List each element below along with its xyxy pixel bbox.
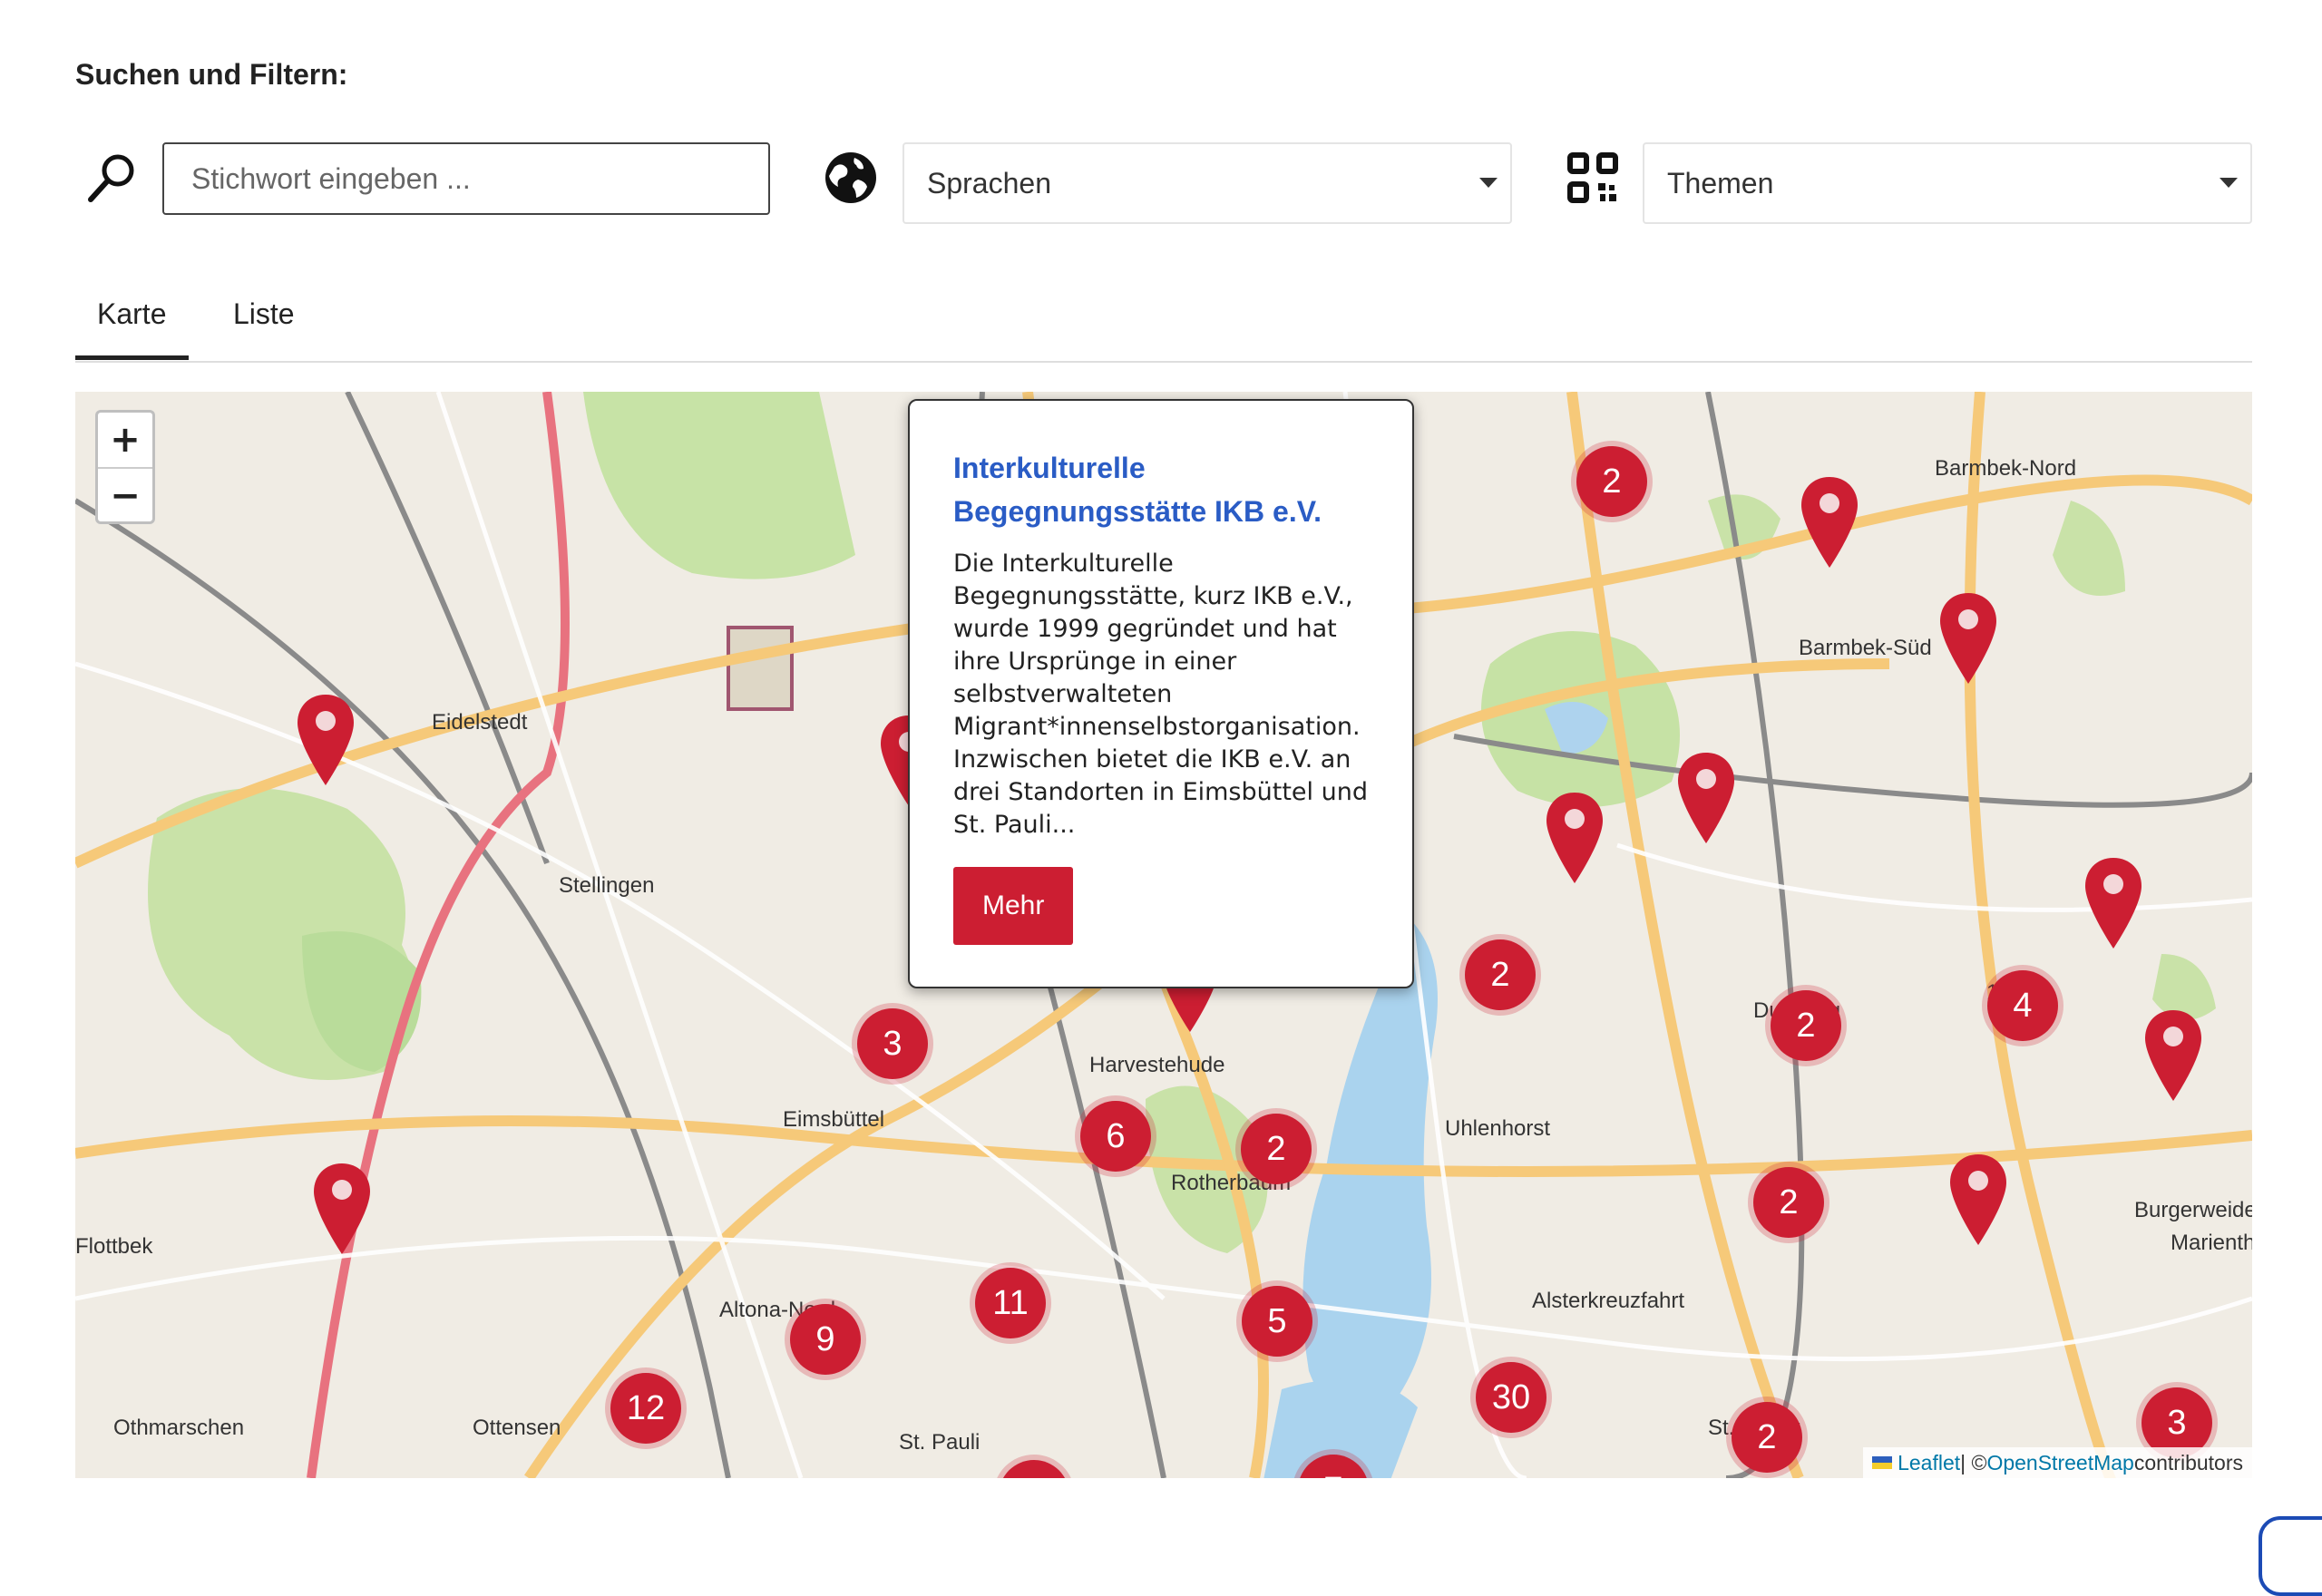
map-label: Uhlenhorst: [1445, 1116, 1550, 1141]
view-tabs: Karte Liste: [75, 281, 2252, 363]
languages-select[interactable]: Sprachen: [902, 142, 1512, 224]
osm-link[interactable]: OpenStreetMap: [1986, 1451, 2133, 1475]
marker-cluster[interactable]: 3: [857, 1008, 928, 1079]
map-label: Ottensen: [473, 1416, 561, 1440]
topics-select[interactable]: Themen: [1643, 142, 2252, 224]
map-label: Barmbek-Süd: [1799, 636, 1932, 660]
marker-cluster[interactable]: 6: [1080, 1101, 1151, 1172]
active-tab-indicator: [75, 355, 189, 360]
marker-cluster[interactable]: 11: [975, 1268, 1046, 1338]
map-label: Stellingen: [559, 873, 654, 898]
marker-cluster[interactable]: 4: [1987, 970, 2058, 1041]
map-marker[interactable]: [2143, 1008, 2203, 1103]
map-marker[interactable]: [1545, 791, 1605, 885]
search-input[interactable]: [162, 142, 770, 215]
more-button[interactable]: Mehr: [953, 867, 1074, 945]
map-label: Barmbek-Nord: [1935, 456, 2076, 481]
zoom-out-button[interactable]: −: [98, 467, 152, 521]
marker-cluster[interactable]: 9: [790, 1304, 861, 1375]
marker-cluster[interactable]: 2: [1771, 990, 1841, 1061]
map-marker[interactable]: [296, 693, 356, 787]
marker-cluster[interactable]: 5: [1242, 1286, 1312, 1357]
topics-select-label: Themen: [1667, 166, 1774, 200]
map-marker[interactable]: [2083, 856, 2143, 950]
map-label: Eidelstedt: [432, 710, 528, 735]
marker-cluster[interactable]: 2: [1576, 446, 1647, 517]
marker-cluster[interactable]: 12: [610, 1373, 681, 1444]
tab-map[interactable]: Karte: [97, 297, 166, 331]
tab-list[interactable]: Liste: [233, 297, 295, 331]
globe-icon: [822, 149, 880, 207]
ukraine-flag-icon: [1872, 1456, 1893, 1469]
map-marker[interactable]: [1938, 591, 1998, 686]
chat-widget-button[interactable]: [2259, 1516, 2322, 1596]
marker-cluster[interactable]: 2: [1465, 939, 1536, 1010]
info-popup: Interkulturelle Begegnungsstätte IKB e.V…: [908, 399, 1414, 988]
page-heading: Suchen und Filtern:: [75, 58, 348, 91]
marker-cluster[interactable]: 2: [1732, 1402, 1802, 1473]
languages-select-label: Sprachen: [927, 166, 1051, 200]
map-marker[interactable]: [312, 1162, 372, 1256]
popup-description: Die Interkulturelle Begegnungsstätte, ku…: [953, 550, 1368, 839]
chevron-down-icon: [2220, 178, 2238, 188]
map-label: Flottbek: [75, 1234, 153, 1259]
attribution-suffix: contributors: [2133, 1450, 2243, 1474]
map-label: Othmarschen: [113, 1416, 244, 1440]
map-marker[interactable]: [1800, 475, 1859, 569]
qr-grid-icon: [1564, 149, 1622, 207]
map[interactable]: Eidelstedt Stellingen Harvestehude Rothe…: [75, 392, 2252, 1478]
marker-cluster[interactable]: 2: [1753, 1167, 1824, 1238]
marker-cluster[interactable]: 30: [1476, 1362, 1546, 1433]
map-marker[interactable]: [1948, 1153, 2008, 1247]
map-label: Harvestehude: [1089, 1053, 1224, 1077]
map-label: St. Pauli: [899, 1430, 980, 1455]
search-icon: [83, 149, 141, 207]
map-label: Eimsbüttel: [783, 1107, 884, 1132]
zoom-in-button[interactable]: +: [98, 413, 152, 467]
leaflet-link[interactable]: Leaflet: [1898, 1451, 1960, 1475]
map-label: Alsterkreuzfahrt: [1532, 1289, 1684, 1313]
attribution-separator: | ©: [1960, 1450, 1987, 1474]
map-label: Burgerweide: [2134, 1198, 2252, 1222]
map-attribution: Leaflet | © OpenStreetMap contributors: [1863, 1447, 2252, 1478]
popup-title[interactable]: Interkulturelle Begegnungsstätte IKB e.V…: [953, 446, 1369, 533]
zoom-control: + −: [95, 410, 155, 524]
chevron-down-icon: [1479, 178, 1498, 188]
marker-cluster[interactable]: 2: [1241, 1114, 1312, 1184]
map-marker[interactable]: [1676, 751, 1736, 845]
map-label: Marienthal: [2171, 1231, 2252, 1255]
